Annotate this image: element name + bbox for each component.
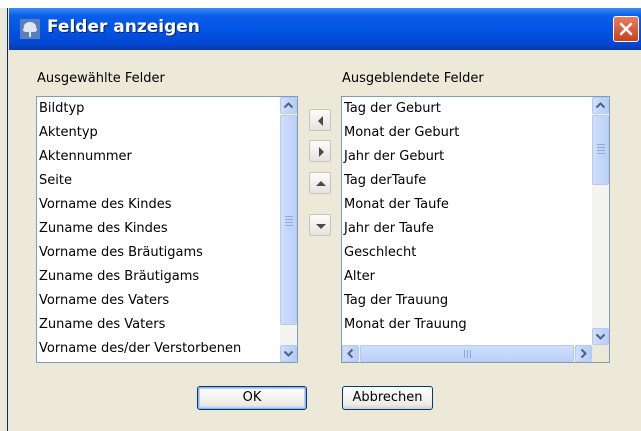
arrow-down-icon	[316, 224, 326, 229]
scroll-up-button[interactable]	[592, 97, 609, 114]
window-left-border	[0, 8, 8, 431]
tree-icon	[20, 19, 40, 39]
scroll-up-button[interactable]	[280, 97, 297, 114]
selected-fields-label: Ausgewählte Felder	[37, 71, 165, 86]
dialog-body: Ausgewählte Felder Ausgeblendete Felder …	[9, 50, 641, 431]
hidden-list-scrollbar[interactable]	[592, 97, 609, 345]
scroll-corner	[592, 345, 609, 362]
hidden-fields-label: Ausgeblendete Felder	[342, 71, 484, 86]
close-icon	[619, 22, 633, 36]
selected-fields-list[interactable]: Bildtyp Aktentyp Aktennummer Seite Vorname d…	[36, 96, 298, 363]
ok-button[interactable]: OK	[197, 386, 307, 410]
move-left-button[interactable]	[309, 109, 331, 131]
list-item[interactable]: Seite	[39, 169, 72, 193]
chevron-right-icon	[580, 348, 587, 359]
selected-list-scrollbar[interactable]	[280, 97, 297, 362]
scroll-thumb[interactable]	[280, 115, 297, 325]
cancel-button[interactable]: Abbrechen	[342, 386, 433, 410]
list-item[interactable]: Tag derTaufe	[344, 169, 426, 193]
list-item[interactable]: Vorname des Vaters	[39, 289, 169, 313]
list-item[interactable]: Vorname des/der Verstorbenen	[39, 337, 241, 361]
list-item[interactable]: Monat der Geburt	[344, 121, 459, 145]
scroll-right-button[interactable]	[575, 345, 592, 362]
scroll-down-button[interactable]	[592, 328, 609, 345]
title-bar[interactable]: Felder anzeigen	[9, 8, 641, 50]
hidden-list-hscrollbar[interactable]	[342, 345, 592, 362]
list-item[interactable]: Aktentyp	[39, 121, 98, 145]
arrow-left-icon	[318, 116, 323, 126]
list-item[interactable]: Zuname des Kindes	[39, 217, 168, 241]
desktop-top-edge	[0, 0, 641, 8]
list-item[interactable]: Alter	[344, 265, 375, 289]
hscroll-thumb[interactable]	[360, 345, 574, 362]
chevron-left-icon	[347, 348, 354, 359]
close-button[interactable]	[613, 16, 639, 42]
move-up-button[interactable]	[309, 172, 331, 194]
arrow-up-icon	[316, 181, 326, 186]
list-item[interactable]: Vorname des Kindes	[39, 193, 172, 217]
list-item[interactable]: Tag der Trauung	[344, 289, 448, 313]
list-item[interactable]: Tag der Geburt	[344, 97, 441, 121]
list-item[interactable]: Monat der Trauung	[344, 313, 467, 337]
chevron-up-icon	[595, 102, 606, 109]
list-item[interactable]: Bildtyp	[39, 97, 84, 121]
chevron-down-icon	[595, 333, 606, 340]
list-item[interactable]: Jahr der Taufe	[344, 217, 434, 241]
scroll-down-button[interactable]	[280, 345, 297, 362]
list-item[interactable]: Geschlecht	[344, 241, 416, 265]
chevron-down-icon	[283, 350, 294, 357]
hidden-fields-list[interactable]: Tag der Geburt Monat der Geburt Jahr der G…	[341, 96, 610, 363]
list-item[interactable]: Aktennummer	[39, 145, 132, 169]
scroll-left-button[interactable]	[342, 345, 359, 362]
scroll-thumb[interactable]	[592, 115, 609, 185]
list-item[interactable]: Zuname des Bräutigams	[39, 265, 199, 289]
list-item[interactable]: Zuname des Vaters	[39, 313, 165, 337]
list-item[interactable]: Jahr der Geburt	[344, 145, 444, 169]
move-right-button[interactable]	[309, 140, 331, 162]
list-item[interactable]: Monat der Taufe	[344, 193, 449, 217]
window-title: Felder anzeigen	[47, 17, 200, 37]
arrow-right-icon	[319, 147, 324, 157]
chevron-up-icon	[283, 102, 294, 109]
list-item[interactable]: Vorname des Bräutigams	[39, 241, 203, 265]
move-down-button[interactable]	[309, 214, 331, 236]
